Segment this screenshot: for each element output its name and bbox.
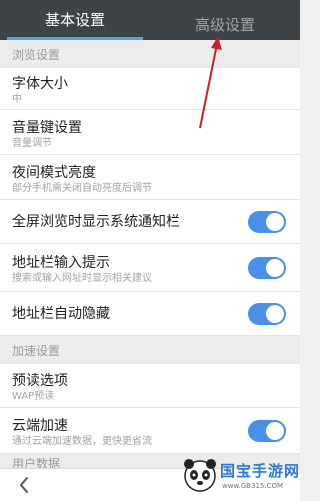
setting-cloud-accel: 云端加速 通过云端加速数据，更快更省流 bbox=[0, 408, 300, 454]
panda-logo-icon bbox=[184, 459, 216, 492]
section-header-speed-label: 加速设置 bbox=[12, 343, 61, 358]
setting-night-mode[interactable]: 夜间模式亮度 部分手机需关闭自动亮度后调节 bbox=[0, 155, 300, 200]
setting-address-autohide: 地址栏自动隐藏 bbox=[0, 292, 300, 336]
toggle-knob bbox=[266, 213, 284, 231]
fullscreen-notify-toggle[interactable] bbox=[248, 211, 286, 233]
tab-basic-settings-label: 基本设置 bbox=[44, 10, 105, 29]
watermark: 国宝手游网 www.GB315.COM bbox=[170, 455, 301, 499]
watermark-brand-text: 国宝手游网 bbox=[220, 462, 301, 480]
settings-tab-bar: 基本设置 高级设置 bbox=[0, 0, 300, 40]
section-header-user-data-label: 用户数据 bbox=[12, 457, 61, 468]
toggle-knob bbox=[266, 259, 284, 277]
tab-basic-settings[interactable]: 基本设置 bbox=[0, 0, 150, 40]
section-header-speed: 加速设置 bbox=[0, 336, 300, 364]
setting-fullscreen-notify-title: 全屏浏览时显示系统通知栏 bbox=[12, 214, 180, 230]
setting-night-mode-title: 夜间模式亮度 bbox=[12, 165, 96, 181]
setting-volume-key-title: 音量键设置 bbox=[12, 120, 82, 136]
setting-preload-sub: WAP预读 bbox=[12, 391, 55, 402]
setting-font-size[interactable]: 字体大小 中 bbox=[0, 68, 300, 110]
setting-preload-title: 预读选项 bbox=[12, 373, 68, 389]
setting-volume-key-sub: 音量调节 bbox=[12, 138, 52, 149]
watermark-url: www.GB315.COM bbox=[222, 482, 284, 490]
setting-font-size-value: 中 bbox=[12, 94, 22, 105]
section-header-browse: 浏览设置 bbox=[0, 40, 300, 68]
address-autohide-toggle[interactable] bbox=[248, 303, 286, 325]
setting-fullscreen-notify: 全屏浏览时显示系统通知栏 bbox=[0, 200, 300, 244]
setting-address-autohide-title: 地址栏自动隐藏 bbox=[12, 306, 110, 322]
toggle-knob bbox=[266, 305, 284, 323]
setting-address-hint: 地址栏输入提示 搜索或输入网址时显示相关建议 bbox=[0, 244, 300, 292]
section-header-browse-label: 浏览设置 bbox=[12, 47, 61, 62]
cloud-accel-toggle[interactable] bbox=[248, 420, 286, 442]
setting-address-hint-title: 地址栏输入提示 bbox=[12, 255, 110, 271]
setting-address-hint-sub: 搜索或输入网址时显示相关建议 bbox=[12, 273, 152, 284]
setting-cloud-accel-title: 云端加速 bbox=[12, 418, 68, 434]
tab-advanced-settings-label: 高级设置 bbox=[194, 16, 255, 34]
chevron-left-icon[interactable] bbox=[18, 476, 30, 498]
setting-night-mode-sub: 部分手机需关闭自动亮度后调节 bbox=[12, 183, 152, 194]
toggle-knob bbox=[266, 422, 284, 440]
setting-volume-key[interactable]: 音量键设置 音量调节 bbox=[0, 110, 300, 155]
address-hint-toggle[interactable] bbox=[248, 257, 286, 279]
setting-preload[interactable]: 预读选项 WAP预读 bbox=[0, 364, 300, 408]
tab-advanced-settings[interactable]: 高级设置 bbox=[150, 0, 300, 40]
setting-font-size-title: 字体大小 bbox=[12, 76, 68, 92]
setting-cloud-accel-sub: 通过云端加速数据，更快更省流 bbox=[12, 436, 152, 447]
